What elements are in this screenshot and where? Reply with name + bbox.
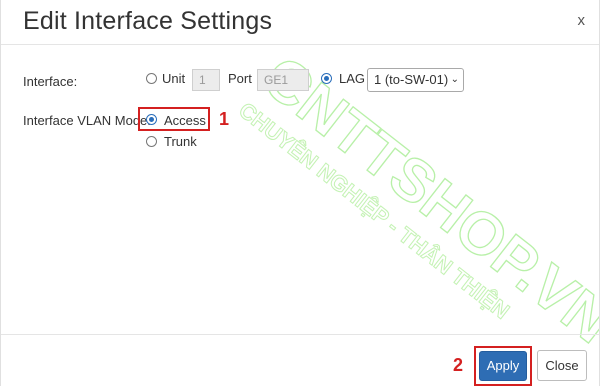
dialog-header: Edit Interface Settings x: [1, 0, 599, 45]
unit-field: 1: [192, 69, 220, 91]
step1-number: 1: [219, 109, 230, 129]
edit-interface-dialog: CNTTSHOP.VN CHUYÊN NGHIỆP - THÂN THIỆN E…: [0, 0, 600, 386]
chevron-down-icon: ⌄: [450, 74, 459, 85]
unit-label: Unit: [162, 71, 186, 86]
step2-number: 2: [453, 355, 464, 375]
close-icon[interactable]: x: [578, 12, 586, 29]
watermark: CNTTSHOP.VN CHUYÊN NGHIỆP - THÂN THIỆN: [234, 42, 599, 356]
vlan-mode-label: Interface VLAN Mode:: [23, 113, 151, 128]
port-label: Port: [228, 71, 252, 86]
port-field: GE1: [257, 69, 309, 91]
lag-radio[interactable]: [321, 73, 332, 84]
dialog-title: Edit Interface Settings: [23, 7, 273, 35]
access-label: Access: [164, 113, 206, 128]
lag-select-value: 1 (to-SW-01): [374, 72, 449, 87]
lag-label: LAG: [339, 71, 366, 86]
apply-button[interactable]: Apply: [479, 351, 527, 381]
watermark-tagline: CHUYÊN NGHIỆP - THÂN THIỆN: [234, 97, 514, 323]
trunk-radio[interactable]: [146, 136, 157, 147]
interface-label: Interface:: [23, 74, 78, 89]
close-button[interactable]: Close: [537, 350, 587, 381]
access-radio[interactable]: [146, 114, 157, 125]
lag-select[interactable]: 1 (to-SW-01) ⌄: [367, 68, 464, 92]
unit-radio[interactable]: [146, 73, 157, 84]
trunk-label: Trunk: [164, 134, 197, 149]
